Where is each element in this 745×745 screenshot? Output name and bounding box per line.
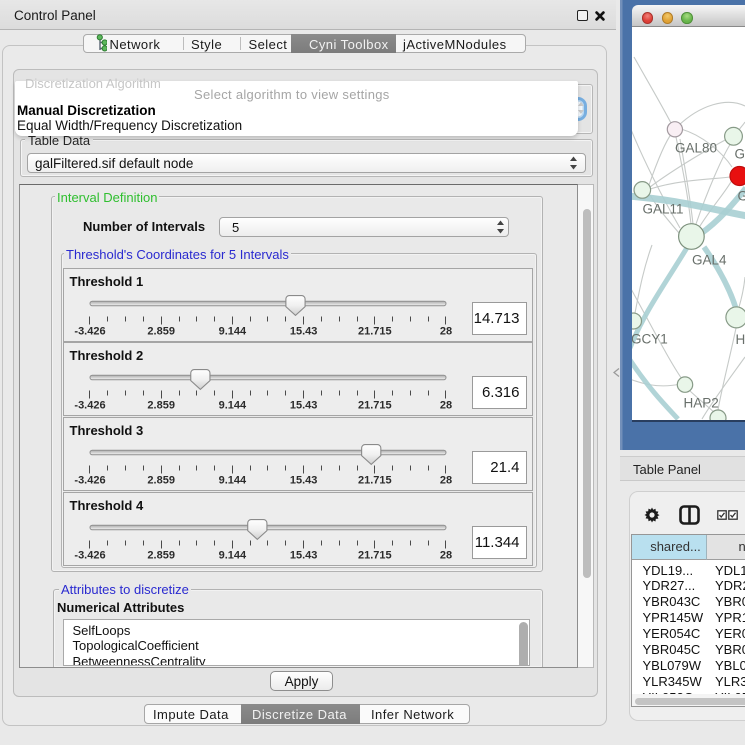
svg-text:2.859: 2.859 [147, 400, 175, 412]
svg-text:21.715: 21.715 [358, 549, 392, 561]
svg-text:28: 28 [440, 549, 452, 561]
svg-text:HIS7: HIS7 [736, 332, 745, 347]
svg-text:2.859: 2.859 [147, 549, 175, 561]
svg-text:GAL80: GAL80 [675, 141, 717, 156]
svg-text:15.43: 15.43 [290, 475, 318, 487]
svg-text:9.144: 9.144 [219, 325, 247, 337]
svg-text:21.715: 21.715 [358, 400, 392, 412]
svg-text:-3.426: -3.426 [74, 325, 105, 337]
svg-text:HAP2: HAP2 [684, 396, 719, 411]
svg-text:28: 28 [440, 325, 452, 337]
svg-text:-3.426: -3.426 [74, 475, 105, 487]
svg-text:9.144: 9.144 [219, 475, 247, 487]
svg-text:28: 28 [440, 475, 452, 487]
svg-text:2.859: 2.859 [147, 475, 175, 487]
svg-text:15.43: 15.43 [290, 400, 318, 412]
svg-text:9.144: 9.144 [219, 549, 247, 561]
svg-text:28: 28 [440, 400, 452, 412]
svg-text:GAL11: GAL11 [643, 202, 684, 217]
svg-text:21.715: 21.715 [358, 475, 392, 487]
svg-text:GAL2: GAL2 [735, 147, 745, 162]
svg-text:-3.426: -3.426 [74, 400, 105, 412]
svg-text:9.144: 9.144 [219, 400, 247, 412]
svg-text:GCY1: GCY1 [632, 332, 668, 347]
svg-text:15.43: 15.43 [290, 325, 318, 337]
svg-text:2.859: 2.859 [147, 325, 175, 337]
svg-text:-3.426: -3.426 [74, 549, 105, 561]
svg-text:G: G [738, 189, 745, 204]
svg-text:15.43: 15.43 [290, 549, 318, 561]
svg-text:21.715: 21.715 [358, 325, 392, 337]
svg-text:GAL4: GAL4 [692, 253, 727, 268]
